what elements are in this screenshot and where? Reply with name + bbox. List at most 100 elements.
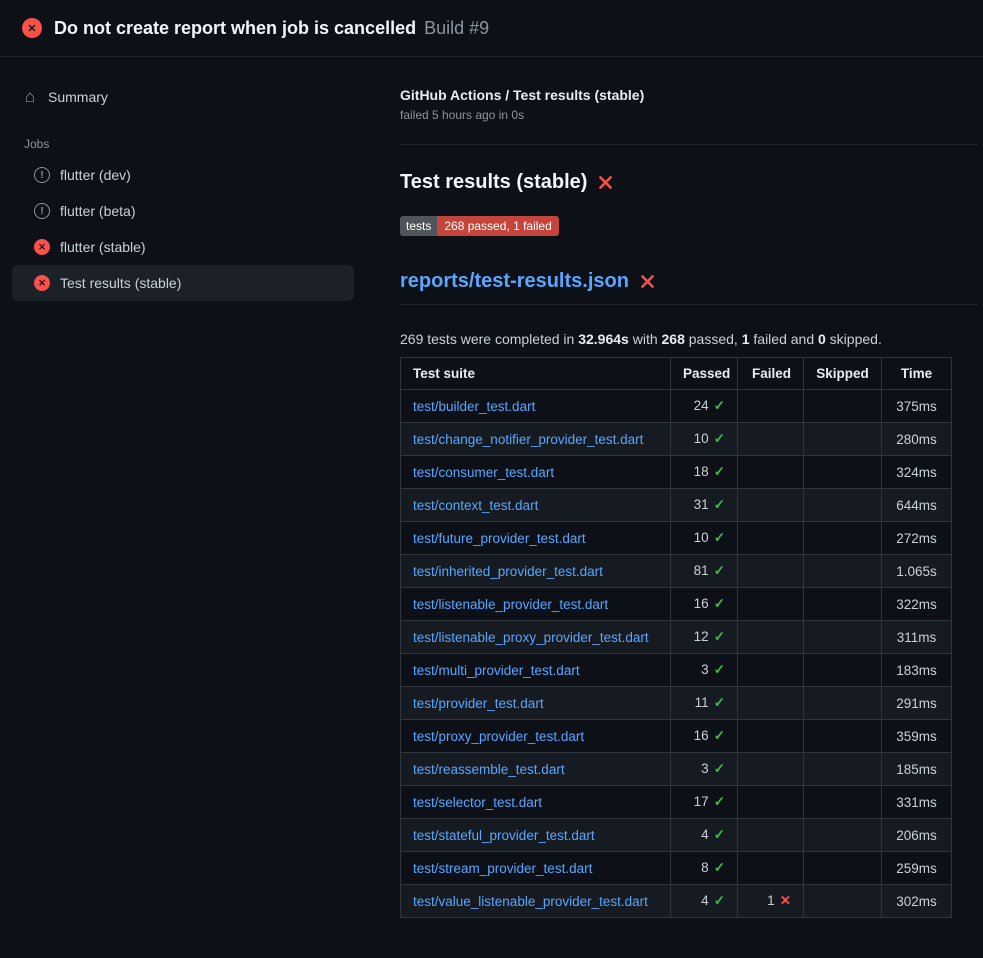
- test-suite-link[interactable]: test/selector_test.dart: [413, 795, 658, 810]
- check-icon: ✓: [714, 662, 725, 677]
- table-row: test/context_test.dart 31✓ 644ms: [401, 489, 952, 522]
- section-title-text: Test results (stable): [400, 171, 587, 194]
- skipped-cell: [804, 687, 882, 720]
- test-suite-link[interactable]: test/consumer_test.dart: [413, 465, 658, 480]
- failed-cell: [738, 852, 804, 885]
- check-icon: ✓: [714, 497, 725, 512]
- skipped-cell: [804, 819, 882, 852]
- time-cell: 302ms: [882, 885, 952, 918]
- passed-cell: 16✓: [671, 720, 738, 753]
- time-cell: 280ms: [882, 423, 952, 456]
- summary-text: 269 tests were completed in: [400, 331, 578, 347]
- check-icon: ✓: [714, 464, 725, 479]
- skipped-cell: [804, 885, 882, 918]
- time-cell: 644ms: [882, 489, 952, 522]
- jobs-section-label: Jobs: [24, 137, 354, 151]
- table-row: test/stream_provider_test.dart 8✓ 259ms: [401, 852, 952, 885]
- report-file-link[interactable]: reports/test-results.json: [400, 270, 629, 293]
- time-cell: 331ms: [882, 786, 952, 819]
- check-icon: ✓: [714, 761, 725, 776]
- table-header-row: Test suite Passed Failed Skipped Time: [401, 358, 952, 390]
- time-cell: 291ms: [882, 687, 952, 720]
- failed-cell: [738, 456, 804, 489]
- failed-cell: 1✕: [738, 885, 804, 918]
- time-cell: 185ms: [882, 753, 952, 786]
- test-suite-link[interactable]: test/stream_provider_test.dart: [413, 861, 658, 876]
- sidebar-jobs-list: ! flutter (dev) ! flutter (beta) ✕ flutt…: [12, 157, 354, 301]
- check-icon: ✓: [714, 893, 725, 908]
- passed-cell: 8✓: [671, 852, 738, 885]
- failed-x-icon: [639, 273, 656, 290]
- time-cell: 359ms: [882, 720, 952, 753]
- skipped-cell: [804, 852, 882, 885]
- skipped-cell: [804, 522, 882, 555]
- x-circle-icon: ✕: [34, 239, 50, 255]
- time-cell: 322ms: [882, 588, 952, 621]
- check-icon: ✓: [714, 563, 725, 578]
- table-row: test/listenable_provider_test.dart 16✓ 3…: [401, 588, 952, 621]
- test-table-body: test/builder_test.dart 24✓ 375ms test/ch…: [401, 390, 952, 918]
- table-row: test/consumer_test.dart 18✓ 324ms: [401, 456, 952, 489]
- test-suite-link[interactable]: test/proxy_provider_test.dart: [413, 729, 658, 744]
- check-icon: ✓: [714, 728, 725, 743]
- tests-badge: tests 268 passed, 1 failed: [400, 216, 559, 236]
- alert-icon: !: [34, 167, 50, 183]
- skipped-cell: [804, 621, 882, 654]
- time-cell: 1.065s: [882, 555, 952, 588]
- breadcrumb: GitHub Actions / Test results (stable): [400, 87, 951, 103]
- test-suite-link[interactable]: test/future_provider_test.dart: [413, 531, 658, 546]
- skipped-cell: [804, 423, 882, 456]
- summary-line: 269 tests were completed in 32.964s with…: [400, 331, 951, 347]
- test-suite-link[interactable]: test/provider_test.dart: [413, 696, 658, 711]
- sidebar-summary-label: Summary: [48, 89, 108, 105]
- build-title: Do not create report when job is cancell…: [54, 18, 416, 39]
- table-row: test/provider_test.dart 11✓ 291ms: [401, 687, 952, 720]
- summary-text: passed,: [685, 331, 742, 347]
- table-row: test/listenable_proxy_provider_test.dart…: [401, 621, 952, 654]
- sidebar-item-flutter-stable[interactable]: ✕ flutter (stable): [12, 229, 354, 265]
- skipped-cell: [804, 588, 882, 621]
- failed-cell: [738, 687, 804, 720]
- passed-cell: 4✓: [671, 885, 738, 918]
- failed-cell: [738, 621, 804, 654]
- passed-cell: 24✓: [671, 390, 738, 423]
- test-suite-link[interactable]: test/listenable_provider_test.dart: [413, 597, 658, 612]
- sidebar-item-test-results-stable[interactable]: ✕ Test results (stable): [12, 265, 354, 301]
- summary-text: skipped.: [826, 331, 882, 347]
- failed-cell: [738, 588, 804, 621]
- passed-cell: 11✓: [671, 687, 738, 720]
- failed-cell: [738, 753, 804, 786]
- x-circle-icon: ✕: [22, 18, 42, 38]
- table-row: test/proxy_provider_test.dart 16✓ 359ms: [401, 720, 952, 753]
- test-suite-link[interactable]: test/builder_test.dart: [413, 399, 658, 414]
- check-icon: ✓: [714, 629, 725, 644]
- summary-duration: 32.964s: [578, 331, 629, 347]
- x-icon: ✕: [780, 893, 791, 908]
- sidebar-item-flutter-dev[interactable]: ! flutter (dev): [12, 157, 354, 193]
- failed-cell: [738, 555, 804, 588]
- test-suite-link[interactable]: test/context_test.dart: [413, 498, 658, 513]
- failed-cell: [738, 786, 804, 819]
- table-row: test/inherited_provider_test.dart 81✓ 1.…: [401, 555, 952, 588]
- failed-cell: [738, 423, 804, 456]
- test-suite-link[interactable]: test/value_listenable_provider_test.dart: [413, 894, 658, 909]
- test-suite-link[interactable]: test/reassemble_test.dart: [413, 762, 658, 777]
- table-row: test/reassemble_test.dart 3✓ 185ms: [401, 753, 952, 786]
- home-icon: ⌂: [22, 89, 38, 105]
- sidebar-item-summary[interactable]: ⌂ Summary: [12, 79, 354, 115]
- summary-failed-count: 1: [742, 331, 750, 347]
- badge-label: tests: [400, 216, 437, 236]
- test-suite-link[interactable]: test/stateful_provider_test.dart: [413, 828, 658, 843]
- passed-cell: 10✓: [671, 522, 738, 555]
- failed-cell: [738, 720, 804, 753]
- time-cell: 324ms: [882, 456, 952, 489]
- passed-cell: 3✓: [671, 654, 738, 687]
- alert-icon: !: [34, 203, 50, 219]
- test-suite-link[interactable]: test/change_notifier_provider_test.dart: [413, 432, 658, 447]
- col-test-suite: Test suite: [401, 358, 671, 390]
- test-suite-link[interactable]: test/inherited_provider_test.dart: [413, 564, 658, 579]
- test-suite-link[interactable]: test/listenable_proxy_provider_test.dart: [413, 630, 658, 645]
- passed-cell: 10✓: [671, 423, 738, 456]
- test-suite-link[interactable]: test/multi_provider_test.dart: [413, 663, 658, 678]
- sidebar-item-flutter-beta[interactable]: ! flutter (beta): [12, 193, 354, 229]
